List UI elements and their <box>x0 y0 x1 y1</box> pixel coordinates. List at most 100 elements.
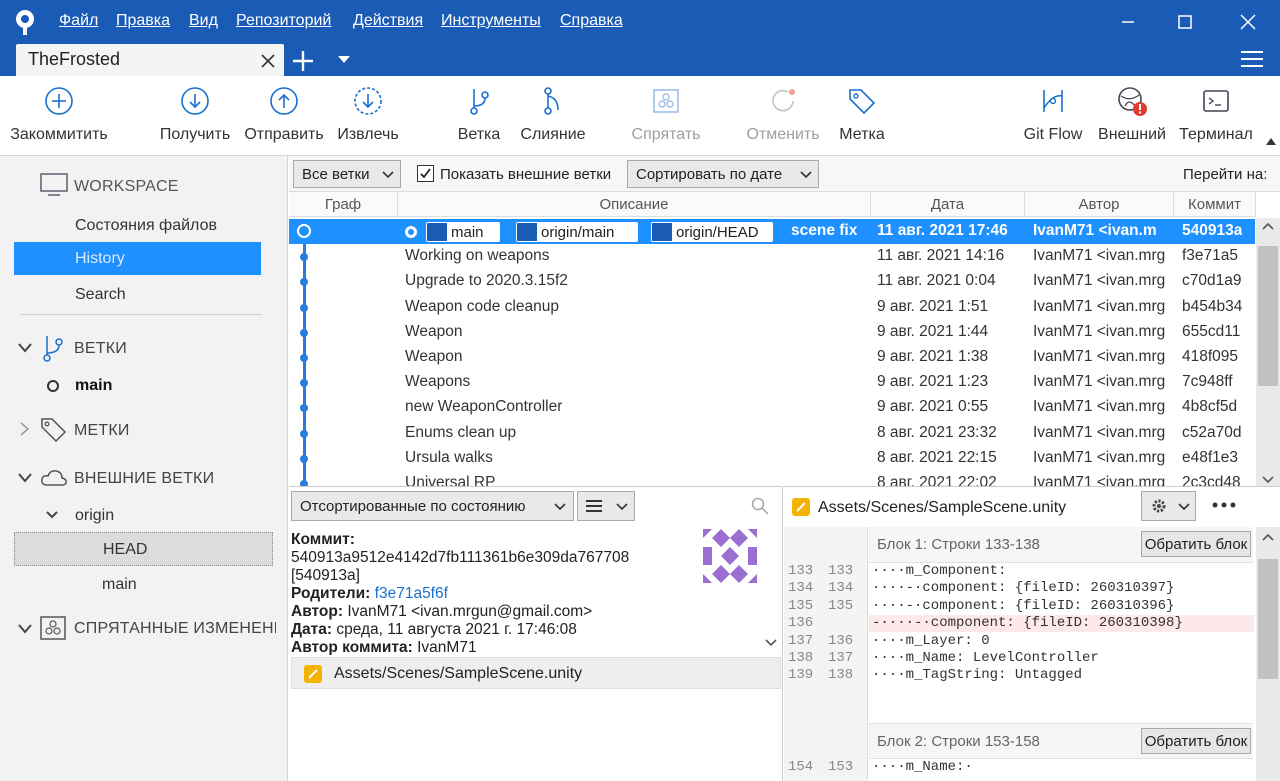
terminal-icon <box>1203 90 1229 112</box>
sidebar-item-search[interactable]: Search <box>75 286 126 304</box>
merge-icon <box>544 87 559 115</box>
ref-tag[interactable]: origin/main <box>516 222 638 242</box>
remote-branch-main[interactable]: main <box>102 576 137 594</box>
merge-button[interactable]: Слияние <box>520 86 586 152</box>
terminal-button[interactable]: Терминал <box>1178 86 1254 152</box>
history-row[interactable]: Weapon 9 авг. 2021 1:38 IvanM71 <ivan.mrg 4… <box>289 345 1255 370</box>
diff-scroll-thumb[interactable] <box>1258 559 1278 679</box>
column-date[interactable]: Дата <box>871 192 1025 217</box>
history-row[interactable]: Weapon 9 авг. 2021 1:44 IvanM71 <ivan.mrg 6… <box>289 320 1255 345</box>
scroll-down-icon[interactable] <box>765 639 777 647</box>
remote-button[interactable]: Внешний <box>1096 86 1168 152</box>
hamburger-menu-icon[interactable] <box>1241 50 1263 68</box>
commit-hash: 418f095 <box>1182 348 1239 365</box>
commit-node-icon <box>300 454 308 463</box>
column-author[interactable]: Автор <box>1025 192 1174 217</box>
close-tab-icon[interactable] <box>260 53 276 69</box>
sidebar-branch-main[interactable]: main <box>75 377 112 395</box>
commit-description: scene fix <box>791 222 858 239</box>
revert-hunk-2-button[interactable]: Обратить блок <box>1141 728 1251 754</box>
history-row[interactable]: Universal RP 8 авг. 2021 22:02 IvanM71 <iv… <box>289 471 1255 486</box>
chevron-down-icon[interactable] <box>18 343 32 353</box>
branches-header[interactable]: ВЕТКИ <box>74 340 127 358</box>
history-row[interactable]: Weapon code cleanup 9 авг. 2021 1:51 IvanM… <box>289 295 1255 320</box>
gitflow-button[interactable]: Git Flow <box>1022 86 1084 152</box>
pull-label: Получить <box>159 126 231 143</box>
history-row[interactable]: Working on weapons 11 авг. 2021 14:16 Ivan… <box>289 244 1255 269</box>
commit-button[interactable]: Закоммитить <box>10 86 108 152</box>
column-description[interactable]: Описание <box>398 192 871 217</box>
tag-button[interactable]: Метка <box>838 86 886 152</box>
sidebar-item-file-status[interactable]: Состояния файлов <box>75 217 217 235</box>
menu-tools[interactable]: Инструменты <box>441 12 541 30</box>
menu-actions[interactable]: Действия <box>353 12 423 30</box>
show-remote-label[interactable]: Показать внешние ветки <box>440 166 611 183</box>
commit-date: 8 авг. 2021 23:32 <box>877 423 997 441</box>
scroll-up-icon[interactable] <box>1262 222 1274 230</box>
branch-button[interactable]: Ветка <box>456 86 502 152</box>
chevron-down-icon <box>1178 503 1190 511</box>
parent-link[interactable]: f3e71a5f6f <box>375 585 448 602</box>
history-row[interactable]: Weapons 9 авг. 2021 1:23 IvanM71 <ivan.mrg… <box>289 370 1255 395</box>
search-icon[interactable] <box>751 497 769 515</box>
revert-hunk-1-button[interactable]: Обратить блок <box>1141 531 1251 557</box>
new-tab-icon[interactable] <box>292 50 314 72</box>
close-window-button[interactable] <box>1220 0 1276 44</box>
sort-dropdown[interactable]: Сортировать по дате <box>627 160 819 188</box>
menu-help[interactable]: Справка <box>560 12 623 30</box>
ref-tag[interactable]: origin/HEAD <box>651 222 773 242</box>
stashes-header[interactable]: СПРЯТАННЫЕ ИЗМЕНЕНИ <box>74 620 276 638</box>
menu-edit[interactable]: Правка <box>116 12 170 30</box>
maximize-icon <box>1178 15 1192 29</box>
toolbar-overflow-icon[interactable] <box>1266 138 1276 146</box>
remote-branch-head[interactable]: HEAD <box>14 532 273 566</box>
push-button[interactable]: Отправить <box>244 86 324 152</box>
commit-hash: 540913a <box>1182 222 1243 239</box>
discard-label: Отменить <box>746 126 820 143</box>
chevron-down-icon[interactable] <box>46 511 58 519</box>
file-sort-dropdown[interactable]: Отсортированные по состоянию <box>291 491 574 521</box>
chevron-right-icon[interactable] <box>20 422 30 436</box>
history-row[interactable]: Ursula walks 8 авг. 2021 22:15 IvanM71 <iv… <box>289 446 1255 471</box>
committer-value: IvanM71 <box>417 639 477 655</box>
chevron-down-icon[interactable] <box>18 624 32 634</box>
stash-button[interactable]: Спрятать <box>630 86 702 152</box>
diff-settings-dropdown[interactable] <box>1141 491 1196 521</box>
show-remote-checkbox[interactable] <box>417 165 434 182</box>
view-mode-dropdown[interactable] <box>577 491 635 521</box>
pull-arrow-down-icon <box>181 87 209 115</box>
chevron-down-icon <box>800 171 812 179</box>
sidebar-item-history[interactable]: History <box>14 242 261 275</box>
discard-button[interactable]: Отменить <box>746 86 820 152</box>
ref-tag[interactable]: main <box>426 222 500 242</box>
branch-icon <box>652 223 672 241</box>
history-row[interactable]: Enums clean up 8 авг. 2021 23:32 IvanM71 <… <box>289 421 1255 446</box>
history-row-selected[interactable]: main origin/main origin/HEAD scene fix 11 ав… <box>289 219 1255 244</box>
menu-repository[interactable]: Репозиторий <box>236 12 331 30</box>
scroll-down-icon[interactable] <box>1262 476 1274 484</box>
scroll-up-icon[interactable] <box>1262 533 1274 541</box>
tags-header[interactable]: МЕТКИ <box>74 422 130 440</box>
column-graph[interactable]: Граф <box>289 192 398 217</box>
chevron-down-icon[interactable] <box>18 473 32 483</box>
goto-label[interactable]: Перейти на: <box>1183 166 1267 183</box>
remotes-header[interactable]: ВНЕШНИЕ ВЕТКИ <box>74 470 214 488</box>
history-row[interactable]: Upgrade to 2020.3.15f2 11 авг. 2021 0:04 I… <box>289 269 1255 294</box>
commit-plus-icon <box>45 87 73 115</box>
column-commit[interactable]: Коммит <box>1174 192 1256 217</box>
menu-view[interactable]: Вид <box>189 12 218 30</box>
commit-node-icon <box>300 379 308 388</box>
pull-button[interactable]: Получить <box>158 86 232 152</box>
maximize-button[interactable] <box>1157 0 1213 44</box>
changed-file-row[interactable]: Assets/Scenes/SampleScene.unity <box>291 657 781 689</box>
tab-repository[interactable]: TheFrosted <box>16 44 284 76</box>
branch-filter-dropdown[interactable]: Все ветки <box>293 160 401 188</box>
more-options-icon[interactable] <box>1212 502 1236 508</box>
history-row[interactable]: new WeaponController 9 авг. 2021 0:55 Ivan… <box>289 395 1255 420</box>
tab-dropdown-icon[interactable] <box>338 56 350 64</box>
history-scroll-thumb[interactable] <box>1258 246 1278 386</box>
menu-file[interactable]: Файл <box>59 12 98 30</box>
minimize-button[interactable] <box>1100 0 1156 44</box>
fetch-button[interactable]: Извлечь <box>336 86 400 152</box>
remote-origin[interactable]: origin <box>75 507 114 525</box>
